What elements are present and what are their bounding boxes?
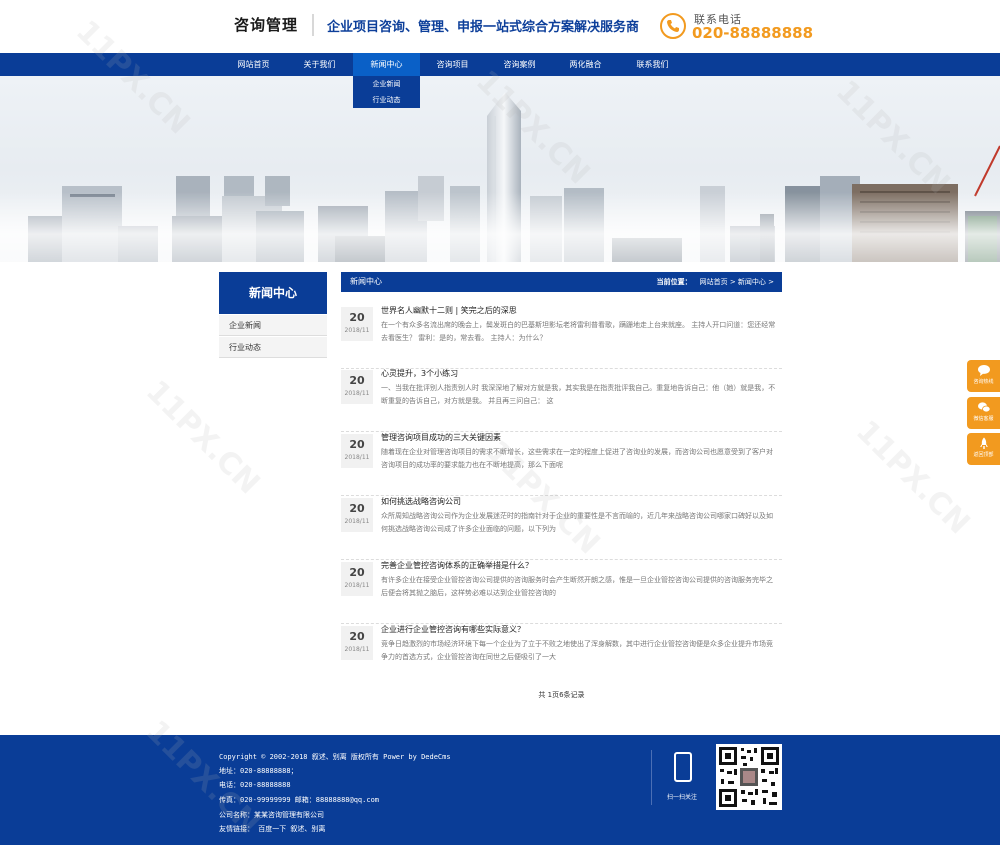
- logo-divider: [312, 14, 314, 36]
- nav-item-about[interactable]: 关于我们: [286, 53, 353, 76]
- wechat-icon: [977, 402, 990, 413]
- phone-icon: [660, 13, 686, 39]
- news-day: 20: [349, 630, 365, 643]
- nav-item-home[interactable]: 网站首页: [220, 53, 287, 76]
- news-day: 20: [349, 438, 365, 451]
- news-item[interactable]: 20 2018/11 世界名人幽默十二则 | 笑完之后的深思 在一个有众多名流出席…: [341, 305, 782, 369]
- news-item[interactable]: 20 2018/11 企业进行企业管控咨询有哪些实际意义？ 竞争日趋激烈的市场经济…: [341, 624, 782, 688]
- site-header: 咨询管理 企业项目咨询、管理、申报一站式综合方案解决服务商 联系电话 020-8…: [0, 0, 1000, 53]
- footer-divider: [651, 750, 652, 805]
- sidebar-title: 新闻中心: [219, 272, 327, 314]
- banner-fog-overlay: [0, 192, 1000, 262]
- qr-code-image: [716, 744, 782, 810]
- nav-item-integration[interactable]: 两化融合: [552, 53, 619, 76]
- mobile-phone-icon: [674, 752, 692, 782]
- news-year-month: 2018/11: [344, 646, 370, 653]
- news-item[interactable]: 20 2018/11 心灵提升，3个小练习 一、当我在批评别人指责别人时 我深深地…: [341, 368, 782, 432]
- pagination-info: 共 1页6条记录: [538, 691, 585, 699]
- footer-fax-email: 传真：020-99999999 邮箱：88888888@qq.com: [219, 796, 380, 804]
- chat-bubble-icon: [977, 365, 990, 376]
- news-summary: 竞争日趋激烈的市场经济环境下每一个企业为了立于不败之地使出了浑身解数，其中进行企…: [381, 640, 773, 661]
- news-year-month: 2018/11: [344, 327, 370, 334]
- news-day: 20: [349, 374, 365, 387]
- sidebar-item-company-news[interactable]: 企业新闻: [219, 315, 327, 336]
- news-title[interactable]: 管理咨询项目成功的三大关键因素: [381, 432, 501, 443]
- news-date: 20 2018/11: [341, 562, 373, 596]
- news-title[interactable]: 世界名人幽默十二则 | 笑完之后的深思: [381, 305, 517, 316]
- news-summary: 在一个有众多名流出席的晚会上，鬓发斑白的巴基斯坦影坛老将雷利普看歌，蹒跚地走上台…: [381, 321, 776, 342]
- float-wechat-label: 微信客服: [973, 416, 994, 422]
- news-item[interactable]: 20 2018/11 管理咨询项目成功的三大关键因素 随着现在企业对管理咨询项目的…: [341, 432, 782, 496]
- news-day: 20: [349, 311, 365, 324]
- content-header-bar: 新闻中心 当前位置： 网站首页 > 新闻中心 >: [341, 272, 782, 292]
- rocket-icon: [979, 437, 988, 449]
- nav-item-cases[interactable]: 咨询案例: [486, 53, 553, 76]
- news-title[interactable]: 完善企业管控咨询体系的正确举措是什么？: [381, 560, 533, 571]
- news-date: 20 2018/11: [341, 307, 373, 341]
- phone-number: 020-88888888: [692, 24, 814, 42]
- scan-follow-label: 扫一扫关注: [667, 794, 698, 801]
- news-summary: 随着现在企业对管理咨询项目的需求不断增长，这些需求在一定的程度上促进了咨询业的发…: [381, 448, 773, 469]
- news-dropdown-menu: 企业新闻 行业动态: [353, 76, 420, 108]
- breadcrumb-label: 当前位置：: [656, 278, 692, 286]
- float-backtotop-label: 返回顶部: [973, 452, 994, 458]
- news-summary: 众所周知战略咨询公司作为企业发展迷茫时的指南针对于企业的重要性是不言而喻的，近几…: [381, 512, 773, 533]
- main-nav: 网站首页 关于我们 新闻中心 咨询项目 咨询案例 两化融合 联系我们: [0, 53, 1000, 76]
- footer-address: 地址：020-88888888；: [219, 767, 298, 775]
- nav-item-news[interactable]: 新闻中心: [353, 53, 420, 76]
- dropdown-item-industry-news[interactable]: 行业动态: [353, 92, 420, 108]
- float-hotline-label: 咨询热线: [973, 379, 994, 385]
- dropdown-item-company-news[interactable]: 企业新闻: [353, 76, 420, 92]
- hero-banner: [0, 76, 1000, 262]
- float-backtotop-button[interactable]: 返回顶部: [967, 433, 1000, 465]
- news-year-month: 2018/11: [344, 454, 370, 461]
- news-year-month: 2018/11: [344, 582, 370, 589]
- breadcrumb-path[interactable]: 网站首页 > 新闻中心 >: [700, 278, 774, 286]
- news-summary: 一、当我在批评别人指责别人时 我深深地了解对方就是我，其实我是在指责批评我自己。…: [381, 384, 776, 405]
- news-item[interactable]: 20 2018/11 如何挑选战略咨询公司 众所周知战略咨询公司作为企业发展迷茫时…: [341, 496, 782, 560]
- news-date: 20 2018/11: [341, 370, 373, 404]
- nav-item-projects[interactable]: 咨询项目: [419, 53, 486, 76]
- sidebar-item-industry-news[interactable]: 行业动态: [219, 337, 327, 358]
- footer-links[interactable]: 友情链接： 百度一下 叙述、别离: [219, 824, 325, 834]
- nav-item-contact[interactable]: 联系我们: [619, 53, 686, 76]
- news-date: 20 2018/11: [341, 498, 373, 532]
- news-day: 20: [349, 566, 365, 579]
- news-item[interactable]: 20 2018/11 完善企业管控咨询体系的正确举措是什么？ 有许多企业在接受企业…: [341, 560, 782, 624]
- news-date: 20 2018/11: [341, 626, 373, 660]
- site-slogan: 企业项目咨询、管理、申报一站式综合方案解决服务商: [327, 20, 640, 35]
- float-hotline-button[interactable]: 咨询热线: [967, 360, 1000, 392]
- news-summary: 有许多企业在接受企业管控咨询公司提供的咨询服务时会产生断然开朗之感，惟是一旦企业…: [381, 576, 773, 597]
- footer-copyright: Copyright © 2002-2018 叙述、别离 版权所有 Power b…: [219, 753, 451, 761]
- footer-phone: 电话：020-88888888: [219, 781, 291, 789]
- news-title[interactable]: 企业进行企业管控咨询有哪些实际意义？: [381, 624, 525, 635]
- news-title[interactable]: 如何挑选战略咨询公司: [381, 496, 461, 507]
- footer-company: 公司名称：某某咨询管理有限公司: [219, 811, 324, 819]
- content-title: 新闻中心: [350, 277, 382, 286]
- site-logo[interactable]: 咨询管理: [234, 14, 298, 35]
- news-date: 20 2018/11: [341, 434, 373, 468]
- news-year-month: 2018/11: [344, 518, 370, 525]
- watermark: 11PX.CN: [848, 413, 977, 542]
- news-year-month: 2018/11: [344, 390, 370, 397]
- watermark: 11PX.CN: [138, 373, 267, 502]
- breadcrumb: 当前位置： 网站首页 > 新闻中心 >: [657, 272, 774, 292]
- float-wechat-button[interactable]: 微信客服: [967, 397, 1000, 429]
- site-footer: [0, 735, 1000, 845]
- news-title[interactable]: 心灵提升，3个小练习: [381, 368, 458, 379]
- news-day: 20: [349, 502, 365, 515]
